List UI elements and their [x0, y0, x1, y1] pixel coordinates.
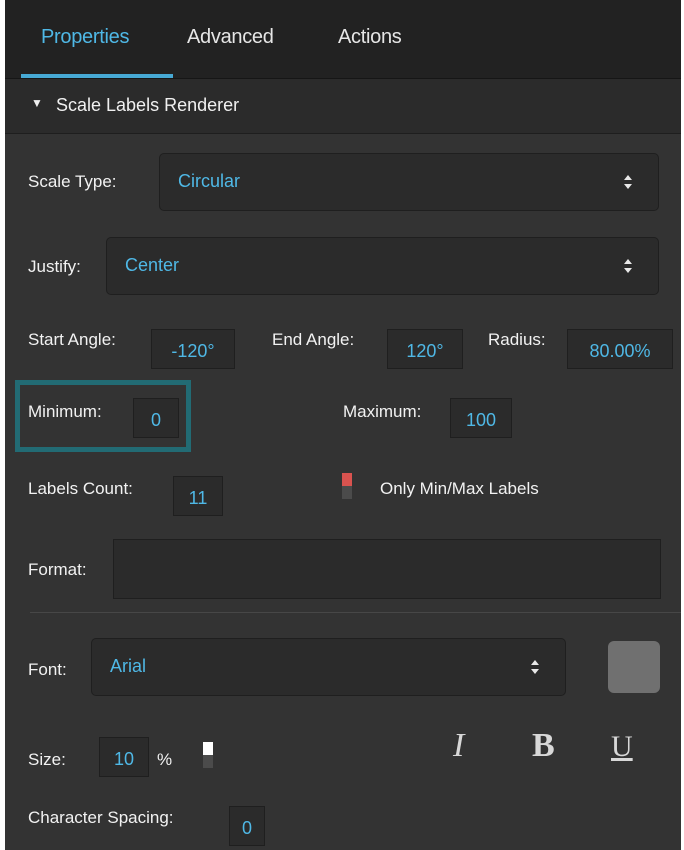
maximum-input[interactable]: 100	[450, 398, 512, 438]
start-angle-label: Start Angle:	[28, 330, 116, 349]
tab-bar: Properties Advanced Actions	[5, 0, 681, 79]
size-label: Size:	[28, 750, 66, 769]
end-angle-label: End Angle:	[272, 330, 355, 349]
size-input[interactable]: 10	[99, 737, 149, 777]
properties-panel: Properties Advanced Actions ▼ Scale Labe…	[5, 0, 681, 850]
character-spacing-value: 0	[241, 818, 252, 838]
end-angle-input[interactable]: 120°	[387, 329, 463, 369]
divider	[30, 612, 681, 613]
tab-actions[interactable]: Actions	[338, 26, 402, 49]
scale-type-select[interactable]: Circular	[159, 153, 659, 211]
size-unit-toggle[interactable]	[203, 742, 213, 768]
bold-button[interactable]: B	[532, 727, 555, 765]
font-label: Font:	[28, 660, 67, 679]
justify-value: Center	[125, 255, 180, 275]
active-tab-indicator	[21, 74, 173, 78]
minimum-label: Minimum:	[28, 402, 102, 421]
collapse-triangle-icon[interactable]: ▼	[31, 96, 43, 110]
radius-value: 80.00%	[589, 341, 651, 361]
tab-properties[interactable]: Properties	[41, 26, 129, 49]
only-minmax-labels-label: Only Min/Max Labels	[380, 479, 539, 498]
section-header-scale-labels-renderer[interactable]: ▼ Scale Labels Renderer	[5, 79, 681, 134]
labels-count-input[interactable]: 11	[173, 476, 223, 516]
font-color-swatch[interactable]	[608, 641, 660, 693]
start-angle-value: -120°	[171, 341, 215, 361]
font-select[interactable]: Arial	[91, 638, 566, 696]
select-arrows-icon	[622, 168, 634, 196]
labels-count-label: Labels Count:	[28, 479, 133, 498]
select-arrows-icon	[622, 252, 634, 280]
justify-select[interactable]: Center	[106, 237, 659, 295]
minimum-input[interactable]: 0	[133, 398, 179, 438]
italic-button[interactable]: I	[453, 727, 464, 765]
maximum-value: 100	[465, 410, 497, 430]
section-title: Scale Labels Renderer	[56, 95, 240, 115]
select-arrows-icon	[529, 653, 541, 681]
maximum-label: Maximum:	[343, 402, 422, 421]
character-spacing-label: Character Spacing:	[28, 808, 174, 827]
format-label: Format:	[28, 560, 87, 579]
justify-label: Justify:	[28, 257, 81, 276]
scale-type-value: Circular	[178, 171, 241, 191]
underline-button[interactable]: U	[611, 730, 633, 764]
labels-count-value: 11	[188, 488, 208, 508]
font-value: Arial	[110, 656, 147, 676]
minimum-value: 0	[150, 410, 161, 430]
size-unit: %	[157, 750, 173, 769]
format-input[interactable]	[113, 539, 661, 599]
tab-advanced[interactable]: Advanced	[187, 26, 274, 49]
end-angle-value: 120°	[406, 341, 444, 361]
character-spacing-input[interactable]: 0	[229, 806, 265, 846]
start-angle-input[interactable]: -120°	[151, 329, 235, 369]
only-minmax-labels-checkbox[interactable]	[342, 473, 352, 499]
scale-type-label: Scale Type:	[28, 172, 117, 191]
size-value: 10	[113, 749, 135, 769]
radius-input[interactable]: 80.00%	[567, 329, 673, 369]
radius-label: Radius:	[488, 330, 546, 349]
